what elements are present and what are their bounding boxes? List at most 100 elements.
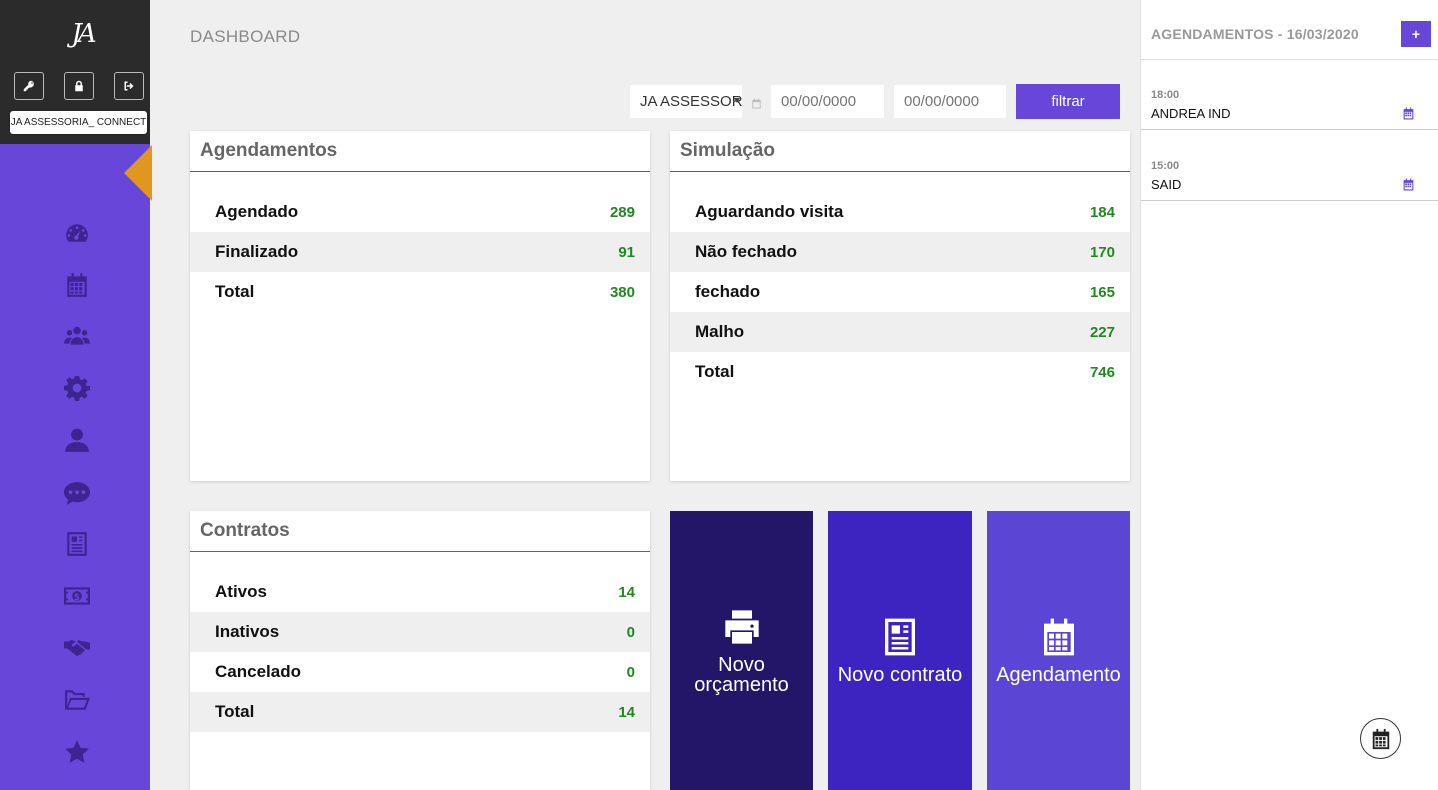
lock-icon bbox=[75, 80, 83, 92]
key-icon bbox=[23, 80, 34, 92]
stat-row: Total 14 bbox=[190, 692, 650, 732]
tile-label: Agendamento bbox=[996, 663, 1121, 686]
stat-value: 380 bbox=[609, 283, 635, 301]
nav-partners[interactable] bbox=[63, 634, 91, 662]
nav-favorites[interactable] bbox=[63, 738, 91, 766]
stat-label: fechado bbox=[695, 282, 761, 301]
stat-row: Total 746 bbox=[670, 352, 1130, 392]
chat-icon bbox=[64, 482, 90, 505]
company-select-value: JA ASSESSORI bbox=[640, 93, 742, 110]
card-title: Simulação bbox=[670, 131, 1130, 172]
contratos-card: Contratos Ativos 14 Inativos 0 Cancelado… bbox=[190, 511, 650, 790]
tile-label-line1: Novo bbox=[718, 653, 765, 676]
stat-value: 746 bbox=[1089, 363, 1115, 381]
calendar-view-button[interactable] bbox=[1360, 718, 1401, 759]
appointment-item[interactable]: 18:00 ANDREA IND bbox=[1141, 60, 1438, 130]
stat-row: Ativos 14 bbox=[190, 572, 650, 612]
appointment-time: 18:00 bbox=[1151, 89, 1180, 101]
novo-orcamento-tile[interactable]: Novo orçamento bbox=[670, 511, 813, 790]
stat-row: Agendado 289 bbox=[190, 192, 650, 232]
nav-settings[interactable] bbox=[63, 374, 91, 402]
appointment-time: 15:00 bbox=[1151, 160, 1180, 172]
stat-label: Finalizado bbox=[215, 242, 299, 261]
stat-label: Total bbox=[215, 702, 255, 721]
calendar-icon bbox=[1372, 728, 1389, 749]
date-to-input[interactable] bbox=[894, 85, 1006, 118]
stat-value: 184 bbox=[1089, 203, 1115, 221]
tile-label-line2: orçamento bbox=[694, 673, 789, 696]
stat-value: 0 bbox=[626, 623, 635, 641]
calendar-icon[interactable] bbox=[1402, 178, 1415, 191]
calendar-icon bbox=[67, 273, 87, 297]
stat-label: Total bbox=[695, 362, 735, 381]
nav-documents[interactable] bbox=[63, 530, 91, 558]
agendamento-tile[interactable]: Agendamento bbox=[987, 511, 1130, 790]
nav-finance[interactable] bbox=[63, 582, 91, 610]
printer-icon bbox=[724, 609, 759, 644]
calendar-icon bbox=[1043, 618, 1074, 655]
stat-row: Inativos 0 bbox=[190, 612, 650, 652]
calendar-icon[interactable] bbox=[1402, 107, 1415, 120]
dashboard-icon bbox=[66, 224, 88, 242]
nav-calendar[interactable] bbox=[63, 271, 91, 299]
date-calendar-icon bbox=[751, 96, 762, 109]
agenda-title: AGENDAMENTOS - 16/03/2020 bbox=[1151, 26, 1359, 42]
nav-chat[interactable] bbox=[63, 479, 91, 507]
logo: JA bbox=[71, 19, 96, 49]
nav-folders[interactable] bbox=[63, 686, 91, 714]
card-title: Contratos bbox=[190, 511, 650, 552]
sidebar-header: JA JA ASSESSORIA_ CONNECT bbox=[0, 0, 150, 144]
nav-dashboard[interactable] bbox=[63, 220, 91, 248]
stat-value: 14 bbox=[618, 703, 635, 721]
logout-button[interactable] bbox=[114, 72, 144, 100]
nav-users[interactable] bbox=[63, 322, 91, 350]
sidebar: JA JA ASSESSORIA_ CONNECT bbox=[0, 0, 152, 790]
money-icon bbox=[64, 587, 90, 605]
agenda-panel: AGENDAMENTOS - 16/03/2020 + 18:00 ANDREA… bbox=[1140, 0, 1438, 790]
appointment-item[interactable]: 15:00 SAID bbox=[1141, 131, 1438, 201]
nav-profile[interactable] bbox=[63, 426, 91, 454]
stat-label: Malho bbox=[695, 322, 745, 341]
card-title: Agendamentos bbox=[190, 131, 650, 172]
stat-value: 227 bbox=[1089, 323, 1115, 341]
users-icon bbox=[64, 326, 90, 345]
agendamentos-card: Agendamentos Agendado 289 Finalizado 91 … bbox=[190, 131, 650, 481]
star-icon bbox=[65, 740, 89, 763]
handshake-icon bbox=[64, 639, 90, 657]
appointment-name: SAID bbox=[1151, 177, 1182, 192]
stat-row: Cancelado 0 bbox=[190, 652, 650, 692]
document-icon bbox=[67, 532, 87, 556]
stat-label: Inativos bbox=[215, 622, 280, 641]
lock-button[interactable] bbox=[64, 72, 94, 100]
stat-label: Agendado bbox=[215, 202, 299, 221]
user-icon bbox=[65, 428, 89, 452]
tile-label: Novo contrato bbox=[837, 663, 963, 686]
stat-label: Não fechado bbox=[695, 242, 798, 261]
simulacao-card: Simulação Aguardando visita 184 Não fech… bbox=[670, 131, 1130, 481]
stat-row: Finalizado 91 bbox=[190, 232, 650, 272]
contract-icon bbox=[885, 618, 915, 655]
stat-row: Total 380 bbox=[190, 272, 650, 312]
stat-row: Não fechado 170 bbox=[670, 232, 1130, 272]
active-indicator bbox=[124, 145, 152, 201]
stat-value: 0 bbox=[626, 663, 635, 681]
novo-contrato-tile[interactable]: Novo contrato bbox=[828, 511, 972, 790]
stat-label: Total bbox=[215, 282, 255, 301]
chevron-down-icon bbox=[734, 98, 740, 103]
stat-row: Malho 227 bbox=[670, 312, 1130, 352]
add-appointment-button[interactable]: + bbox=[1401, 21, 1431, 47]
stat-value: 165 bbox=[1089, 283, 1115, 301]
date-from-input[interactable] bbox=[771, 85, 884, 118]
filter-button[interactable]: filtrar bbox=[1016, 84, 1120, 119]
company-select[interactable]: JA ASSESSORI bbox=[630, 85, 742, 118]
stat-value: 289 bbox=[609, 203, 635, 221]
stat-label: Ativos bbox=[215, 582, 267, 601]
appointment-name: ANDREA IND bbox=[1151, 106, 1231, 121]
logout-icon bbox=[124, 81, 134, 91]
stat-value: 91 bbox=[618, 243, 635, 261]
stat-row: Aguardando visita 184 bbox=[670, 192, 1130, 232]
account-tooltip: JA ASSESSORIA_ CONNECT bbox=[10, 111, 147, 134]
gear-icon bbox=[64, 376, 90, 401]
key-button[interactable] bbox=[14, 72, 44, 100]
stat-label: Aguardando visita bbox=[695, 202, 844, 221]
